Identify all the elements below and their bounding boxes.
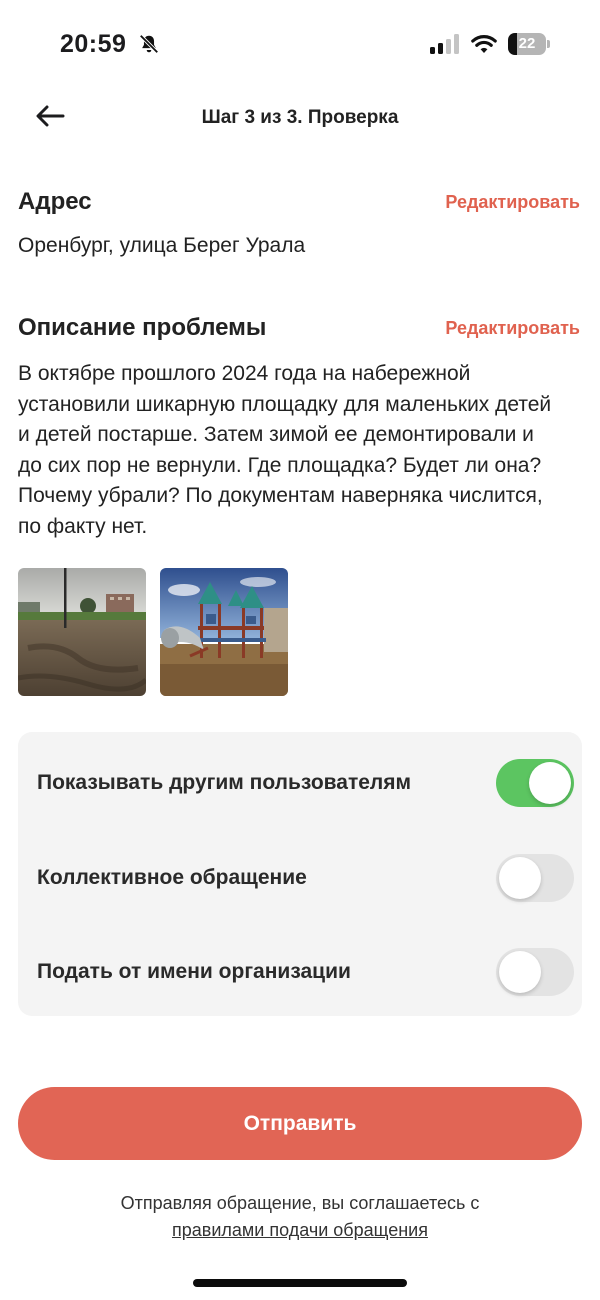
- description-text: В октябре прошлого 2024 года на набережн…: [18, 362, 552, 538]
- screen: 20:59 22 Шаг 3 из 3. Проверка Адрес Реда…: [0, 0, 600, 1300]
- photo-empty-lot[interactable]: [18, 568, 146, 696]
- photo-empty-lot-image: [18, 568, 146, 696]
- setting-collective-appeal: Коллективное обращение: [18, 831, 582, 925]
- edit-address-link[interactable]: Редактировать: [445, 192, 580, 213]
- agreement-text: Отправляя обращение, вы соглашаетесь с: [120, 1193, 480, 1213]
- page-title: Шаг 3 из 3. Проверка: [201, 107, 399, 128]
- collective-appeal-toggle[interactable]: [496, 854, 574, 902]
- status-bar: 20:59 22: [0, 0, 600, 90]
- status-time: 20:59: [60, 30, 127, 58]
- bell-slash-icon: [139, 34, 159, 54]
- organization-toggle[interactable]: [496, 948, 574, 996]
- edit-description-link[interactable]: Редактировать: [445, 318, 580, 339]
- rules-link[interactable]: правилами подачи обращения: [172, 1217, 428, 1244]
- signal-icon: [430, 34, 462, 54]
- agreement-note: Отправляя обращение, вы соглашаетесь с п…: [0, 1190, 600, 1244]
- battery-percentage: 22: [518, 35, 536, 52]
- home-indicator[interactable]: [193, 1279, 407, 1287]
- setting-label: Показывать другим пользователям: [37, 771, 412, 794]
- setting-label: Коллективное обращение: [37, 866, 307, 889]
- address-value: Оренбург, улица Берег Урала: [18, 234, 306, 257]
- submit-button[interactable]: Отправить: [18, 1087, 582, 1160]
- setting-label: Подать от имени организации: [37, 960, 351, 983]
- setting-show-to-others: Показывать другим пользователям: [18, 736, 582, 830]
- description-title: Описание проблемы: [18, 314, 267, 341]
- settings-card: Показывать другим пользователям Коллекти…: [18, 732, 582, 1016]
- photo-playground-image: [160, 568, 288, 696]
- photo-playground[interactable]: [160, 568, 288, 696]
- show-to-others-toggle[interactable]: [496, 759, 574, 807]
- battery-icon: 22: [508, 33, 550, 55]
- setting-organization: Подать от имени организации: [18, 925, 582, 1019]
- wifi-icon: [471, 35, 497, 53]
- address-title: Адрес: [18, 188, 92, 215]
